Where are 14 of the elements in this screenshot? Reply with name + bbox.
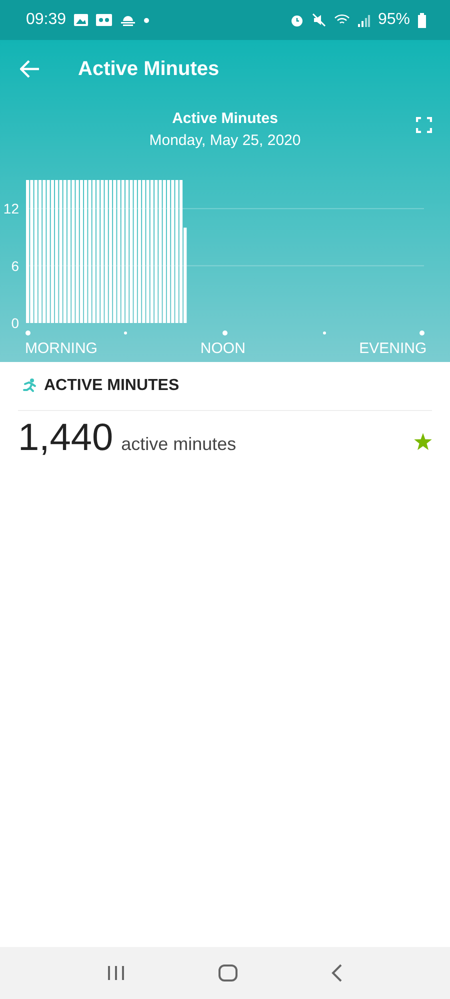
axis-label: EVENING — [359, 340, 427, 357]
status-time: 09:39 — [26, 11, 66, 29]
axis-label: 12 — [3, 200, 19, 217]
section-heading: ACTIVE MINUTES — [44, 377, 180, 395]
minutes-unit: active minutes — [121, 434, 236, 455]
axis-label: 0 — [11, 315, 19, 331]
chart-date: Monday, May 25, 2020 — [149, 132, 301, 149]
page-title: Active Minutes — [78, 58, 220, 80]
axis-label: MORNING — [25, 340, 98, 357]
axis-label: 6 — [11, 258, 19, 274]
battery-percent: 95% — [378, 11, 410, 29]
minutes-value: 1,440 — [18, 417, 114, 460]
axis-label: NOON — [200, 340, 246, 357]
chart-title: Active Minutes — [172, 110, 278, 127]
